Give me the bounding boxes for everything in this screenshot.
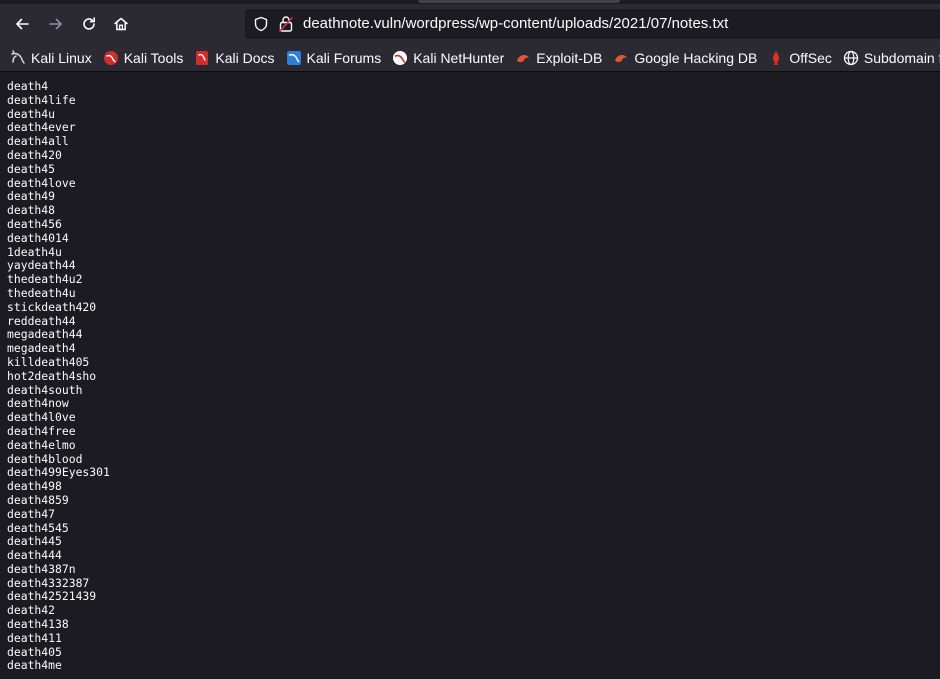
bookmark-label: Kali Linux <box>31 49 92 66</box>
text-line: thedeath4u2 <box>7 272 83 287</box>
bookmark-subdomain-finder[interactable]: Subdomain finder - <box>843 46 940 70</box>
address-bar[interactable]: deathnote.vuln/wordpress/wp-content/uplo… <box>245 9 940 39</box>
text-line: death4ever <box>7 120 76 135</box>
text-line: 1death4u <box>7 244 62 259</box>
reload-button[interactable] <box>74 9 104 39</box>
reload-icon <box>83 17 95 30</box>
url-path: /wordpress/wp-content/uploads/2021/07/no… <box>401 15 729 32</box>
text-line: death45 <box>7 161 56 176</box>
text-line: hot2death4sho <box>7 368 97 383</box>
text-line: death445 <box>7 534 62 549</box>
text-line: death4love <box>7 175 76 190</box>
bookmark-label: Kali NetHunter <box>413 49 505 66</box>
navigation-toolbar: deathnote.vuln/wordpress/wp-content/uplo… <box>0 4 940 44</box>
text-line: death4138 <box>7 617 69 632</box>
text-line: death4all <box>7 134 69 149</box>
text-line: death4l0ve <box>7 410 76 425</box>
home-button[interactable] <box>106 9 136 39</box>
url-host: deathnote.vuln <box>303 15 402 32</box>
text-line: thedeath4u <box>7 285 76 300</box>
text-line: death456 <box>7 216 62 231</box>
home-icon <box>114 17 128 31</box>
exploit-db-icon <box>515 50 531 66</box>
ghdb-icon <box>613 50 629 66</box>
insecure-lock-icon[interactable] <box>278 15 294 38</box>
bookmark-exploit-db[interactable]: Exploit-DB <box>515 46 602 70</box>
text-line: yaydeath44 <box>7 258 76 273</box>
text-line: death4free <box>7 423 76 438</box>
text-line: death4545 <box>7 520 69 535</box>
text-line: death4blood <box>7 451 83 466</box>
text-line: death42 <box>7 603 56 618</box>
bookmark-label: Subdomain finder - <box>863 49 940 66</box>
offsec-icon <box>768 50 784 66</box>
text-line: death4me <box>7 658 62 673</box>
text-line: death4south <box>7 382 83 397</box>
bookmark-label: OffSec <box>789 49 832 66</box>
text-line: death411 <box>7 630 62 645</box>
bookmark-kali-tools[interactable]: Kali Tools <box>103 46 184 70</box>
tracking-protection-icon[interactable] <box>253 16 269 37</box>
text-line: death4332387 <box>7 575 90 590</box>
text-line: death4life <box>7 92 76 107</box>
text-line: death4014 <box>7 230 69 245</box>
text-line: megadeath44 <box>7 327 83 342</box>
bookmark-label: Google Hacking DB <box>634 49 758 66</box>
bookmark-kali-docs[interactable]: Kali Docs <box>194 46 275 70</box>
forward-button[interactable] <box>41 9 71 39</box>
bookmark-google-hacking-db[interactable]: Google Hacking DB <box>613 46 757 70</box>
bookmark-label: Kali Tools <box>123 49 184 66</box>
notes-text: death4 death4life death4u death4ever death4a… <box>0 73 940 673</box>
text-line: reddeath44 <box>7 313 76 328</box>
text-line: death48 <box>7 203 56 218</box>
text-line: killdeath405 <box>7 354 90 369</box>
arrow-left-icon <box>16 18 29 30</box>
text-line: stickdeath420 <box>7 299 97 314</box>
kali-nethunter-icon <box>392 50 408 66</box>
globe-icon <box>843 50 859 66</box>
active-tab-edge[interactable] <box>418 0 620 3</box>
bookmark-label: Exploit-DB <box>536 49 603 66</box>
plain-text-document: death4 death4life death4u death4ever death4a… <box>0 73 940 679</box>
text-line: death42521439 <box>7 589 97 604</box>
url-text[interactable]: deathnote.vuln/wordpress/wp-content/uplo… <box>303 15 728 33</box>
text-line: death444 <box>7 548 62 563</box>
text-line: death499Eyes301 <box>7 465 110 480</box>
kali-dragon-icon <box>10 49 26 66</box>
text-line: death4now <box>7 396 69 411</box>
bookmark-offsec[interactable]: OffSec <box>768 46 832 70</box>
bookmark-kali-nethunter[interactable]: Kali NetHunter <box>392 46 504 70</box>
text-line: death4 <box>7 79 49 93</box>
text-line: death498 <box>7 479 62 494</box>
kali-tools-icon <box>103 50 119 66</box>
text-line: death405 <box>7 644 62 659</box>
text-line: death4u <box>7 106 56 121</box>
bookmarks-toolbar: Kali Linux Kali Tools Kali Docs Kali For… <box>0 44 940 72</box>
text-line: death4859 <box>7 492 69 507</box>
text-line: death4387n <box>7 561 76 576</box>
kali-docs-icon <box>194 50 210 66</box>
bookmark-label: Kali Docs <box>215 49 275 66</box>
kali-forums-icon <box>286 50 302 66</box>
text-line: death49 <box>7 189 56 204</box>
text-line: death47 <box>7 506 56 521</box>
bookmark-kali-linux[interactable]: Kali Linux <box>10 46 92 70</box>
bookmark-label: Kali Forums <box>306 49 382 66</box>
text-line: death420 <box>7 147 62 162</box>
text-line: death4elmo <box>7 437 76 452</box>
bookmark-kali-forums[interactable]: Kali Forums <box>286 46 382 70</box>
back-button[interactable] <box>7 9 37 39</box>
arrow-right-icon <box>49 18 62 30</box>
text-line: megadeath4 <box>7 341 76 356</box>
